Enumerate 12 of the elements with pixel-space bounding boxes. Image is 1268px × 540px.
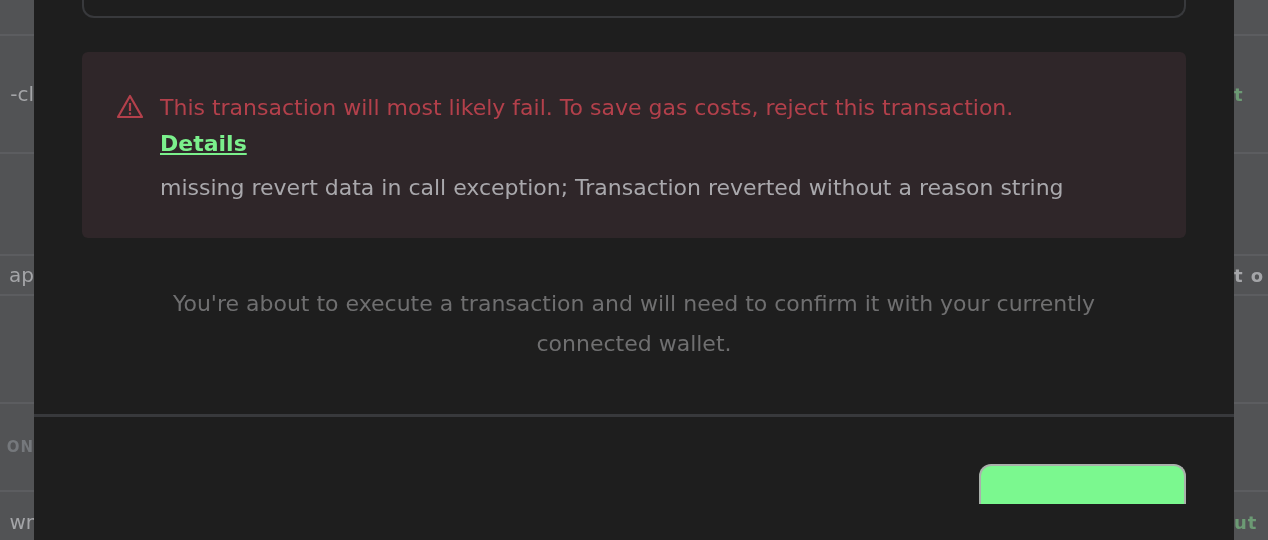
confirmation-note: You're about to execute a transaction and will need to confirm it with your currently connected wallet. bbox=[171, 290, 1097, 358]
background-text: t o bbox=[1234, 264, 1265, 286]
details-link[interactable]: Details bbox=[160, 128, 247, 160]
background-text: ap bbox=[9, 263, 34, 287]
background-text: -cl bbox=[10, 82, 34, 106]
warning-icon bbox=[116, 94, 144, 120]
background-text: ut bbox=[1234, 511, 1258, 533]
warning-message: This transaction will most likely fail. To save gas costs, reject this transaction. bbox=[160, 94, 1015, 122]
background-text: wr bbox=[9, 510, 34, 534]
error-detail: missing revert data in call exception; Transaction reverted without a reason string bbox=[160, 174, 1064, 202]
background-text: t bbox=[1234, 83, 1244, 105]
confirm-button[interactable] bbox=[979, 464, 1186, 504]
